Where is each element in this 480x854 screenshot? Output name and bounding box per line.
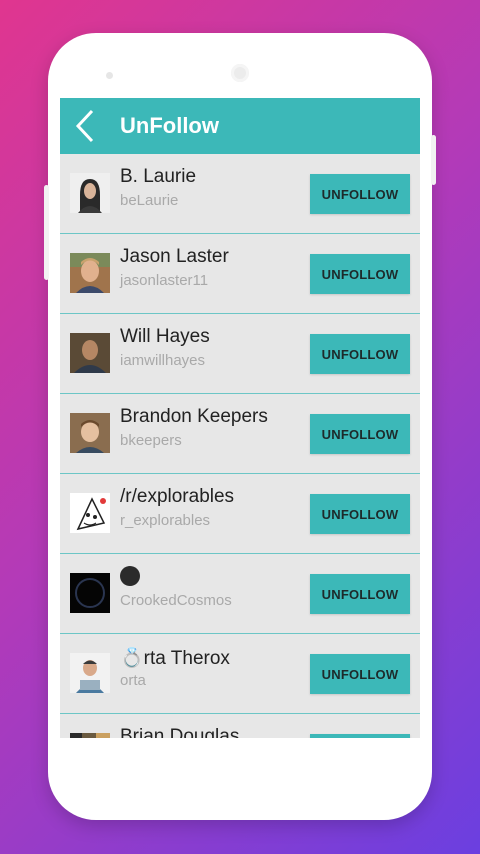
- user-handle: iamwillhayes: [120, 352, 206, 369]
- user-handle: jasonlaster11: [120, 272, 209, 289]
- unfollow-button[interactable]: UNFOLLOW: [310, 334, 410, 374]
- app-screen: UnFollow B. Laurie beLaurie UNFOLLOW Jas…: [60, 98, 420, 738]
- user-name: B. Laurie: [120, 166, 197, 187]
- avatar: [70, 333, 110, 373]
- unfollow-button[interactable]: UNFOLLOW: [310, 654, 410, 694]
- list-item: 💍rta Therox orta UNFOLLOW: [60, 634, 420, 714]
- user-name: Jason Laster: [120, 246, 229, 267]
- user-name: Brandon Keepers: [120, 406, 268, 427]
- avatar: [70, 173, 110, 213]
- list-item: B. Laurie beLaurie UNFOLLOW: [60, 154, 420, 234]
- page-title: UnFollow: [120, 113, 219, 138]
- black-circle-icon: [120, 566, 140, 586]
- user-name: /r/explorables: [120, 486, 235, 507]
- list-item: /r/explorables r_explorables UNFOLLOW: [60, 474, 420, 554]
- avatar: [70, 733, 110, 738]
- user-handle: orta: [120, 672, 146, 689]
- user-handle: bkeepers: [120, 432, 182, 449]
- unfollow-button[interactable]: UNFOLLOW: [310, 574, 410, 614]
- unfollow-button[interactable]: UNFOLLOW: [310, 414, 410, 454]
- ring-icon: 💍: [120, 648, 144, 669]
- user-list[interactable]: B. Laurie beLaurie UNFOLLOW Jason Laster…: [60, 154, 420, 738]
- user-name: Brian Douglas: [120, 726, 240, 738]
- avatar: [70, 253, 110, 293]
- list-item: CrookedCosmos UNFOLLOW: [60, 554, 420, 634]
- phone-sensor: [106, 72, 113, 79]
- user-handle: beLaurie: [120, 192, 179, 209]
- list-item: Jason Laster jasonlaster11 UNFOLLOW: [60, 234, 420, 314]
- avatar: [70, 573, 110, 613]
- unfollow-button[interactable]: UNFOLLOW: [310, 734, 410, 738]
- user-name: Will Hayes: [120, 326, 210, 347]
- unfollow-button[interactable]: UNFOLLOW: [310, 174, 410, 214]
- user-handle: r_explorables: [120, 512, 211, 529]
- user-handle: CrookedCosmos: [120, 592, 232, 609]
- user-name: [120, 566, 140, 590]
- list-item: Brandon Keepers bkeepers UNFOLLOW: [60, 394, 420, 474]
- list-item: Will Hayes iamwillhayes UNFOLLOW: [60, 314, 420, 394]
- avatar: [70, 493, 110, 533]
- avatar: [70, 413, 110, 453]
- list-item: Brian Douglas UNFOLLOW: [60, 714, 420, 738]
- unfollow-button[interactable]: UNFOLLOW: [310, 254, 410, 294]
- back-button[interactable]: [60, 98, 110, 154]
- avatar: [70, 653, 110, 693]
- user-name: 💍rta Therox: [120, 648, 230, 669]
- app-bar: UnFollow: [60, 98, 420, 154]
- chevron-left-icon: [75, 109, 94, 143]
- unfollow-button[interactable]: UNFOLLOW: [310, 494, 410, 534]
- phone-power-button: [431, 135, 436, 185]
- phone-side-button: [44, 185, 49, 280]
- phone-camera: [231, 64, 249, 82]
